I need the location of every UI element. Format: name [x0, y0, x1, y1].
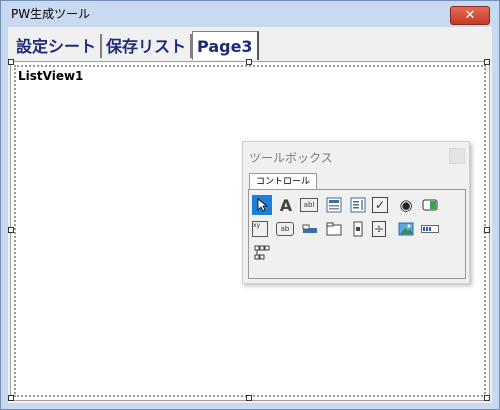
- resize-handle[interactable]: [484, 227, 490, 233]
- resize-handle[interactable]: [8, 395, 14, 401]
- pointer-icon[interactable]: [252, 195, 272, 215]
- window-title: PW生成ツール: [11, 7, 91, 21]
- resize-handle[interactable]: [8, 227, 14, 233]
- multipage-icon[interactable]: [324, 219, 344, 239]
- tab-settings-sheet[interactable]: 設定シート: [12, 34, 103, 58]
- tab-page3[interactable]: Page3: [192, 31, 259, 60]
- toolbox-close-button[interactable]: [449, 148, 465, 164]
- title-bar[interactable]: PW生成ツール ✕: [1, 1, 499, 27]
- tabstrip-icon[interactable]: [300, 219, 320, 239]
- listbox-icon[interactable]: [348, 195, 368, 215]
- tab-controls[interactable]: コントロール: [249, 173, 318, 190]
- toolbox-window[interactable]: ツールボックス コントロール A abl ✓ ◉ xy ab ÷: [242, 141, 470, 284]
- progressbar-icon[interactable]: [420, 219, 440, 239]
- resize-handle[interactable]: [8, 59, 14, 65]
- textbox-icon[interactable]: abl: [300, 198, 318, 212]
- multipage-tabs: 設定シート 保存リスト Page3: [12, 31, 259, 60]
- command-button-icon[interactable]: ab: [276, 222, 294, 236]
- tab-saved-list[interactable]: 保存リスト: [102, 34, 193, 58]
- label-icon[interactable]: A: [276, 195, 296, 215]
- option-button-icon[interactable]: ◉: [396, 195, 416, 215]
- image-icon[interactable]: [396, 219, 416, 239]
- listview-label: ListView1: [18, 69, 84, 83]
- frame-icon[interactable]: xy: [252, 221, 268, 237]
- toolbox-controls-area: A abl ✓ ◉ xy ab ÷: [248, 189, 466, 279]
- spinbutton-icon[interactable]: ÷: [372, 221, 386, 237]
- close-icon: ✕: [464, 8, 476, 23]
- checkbox-icon[interactable]: ✓: [372, 197, 388, 213]
- close-button[interactable]: ✕: [450, 6, 490, 25]
- toolbox-title: ツールボックス: [249, 151, 333, 165]
- resize-handle[interactable]: [484, 59, 490, 65]
- combobox-icon[interactable]: [324, 195, 344, 215]
- resize-handle[interactable]: [484, 395, 490, 401]
- resize-handle[interactable]: [246, 59, 252, 65]
- scrollbar-icon[interactable]: [348, 219, 368, 239]
- treeview-icon[interactable]: [252, 243, 272, 263]
- toggle-button-icon[interactable]: [420, 195, 440, 215]
- resize-handle[interactable]: [246, 395, 252, 401]
